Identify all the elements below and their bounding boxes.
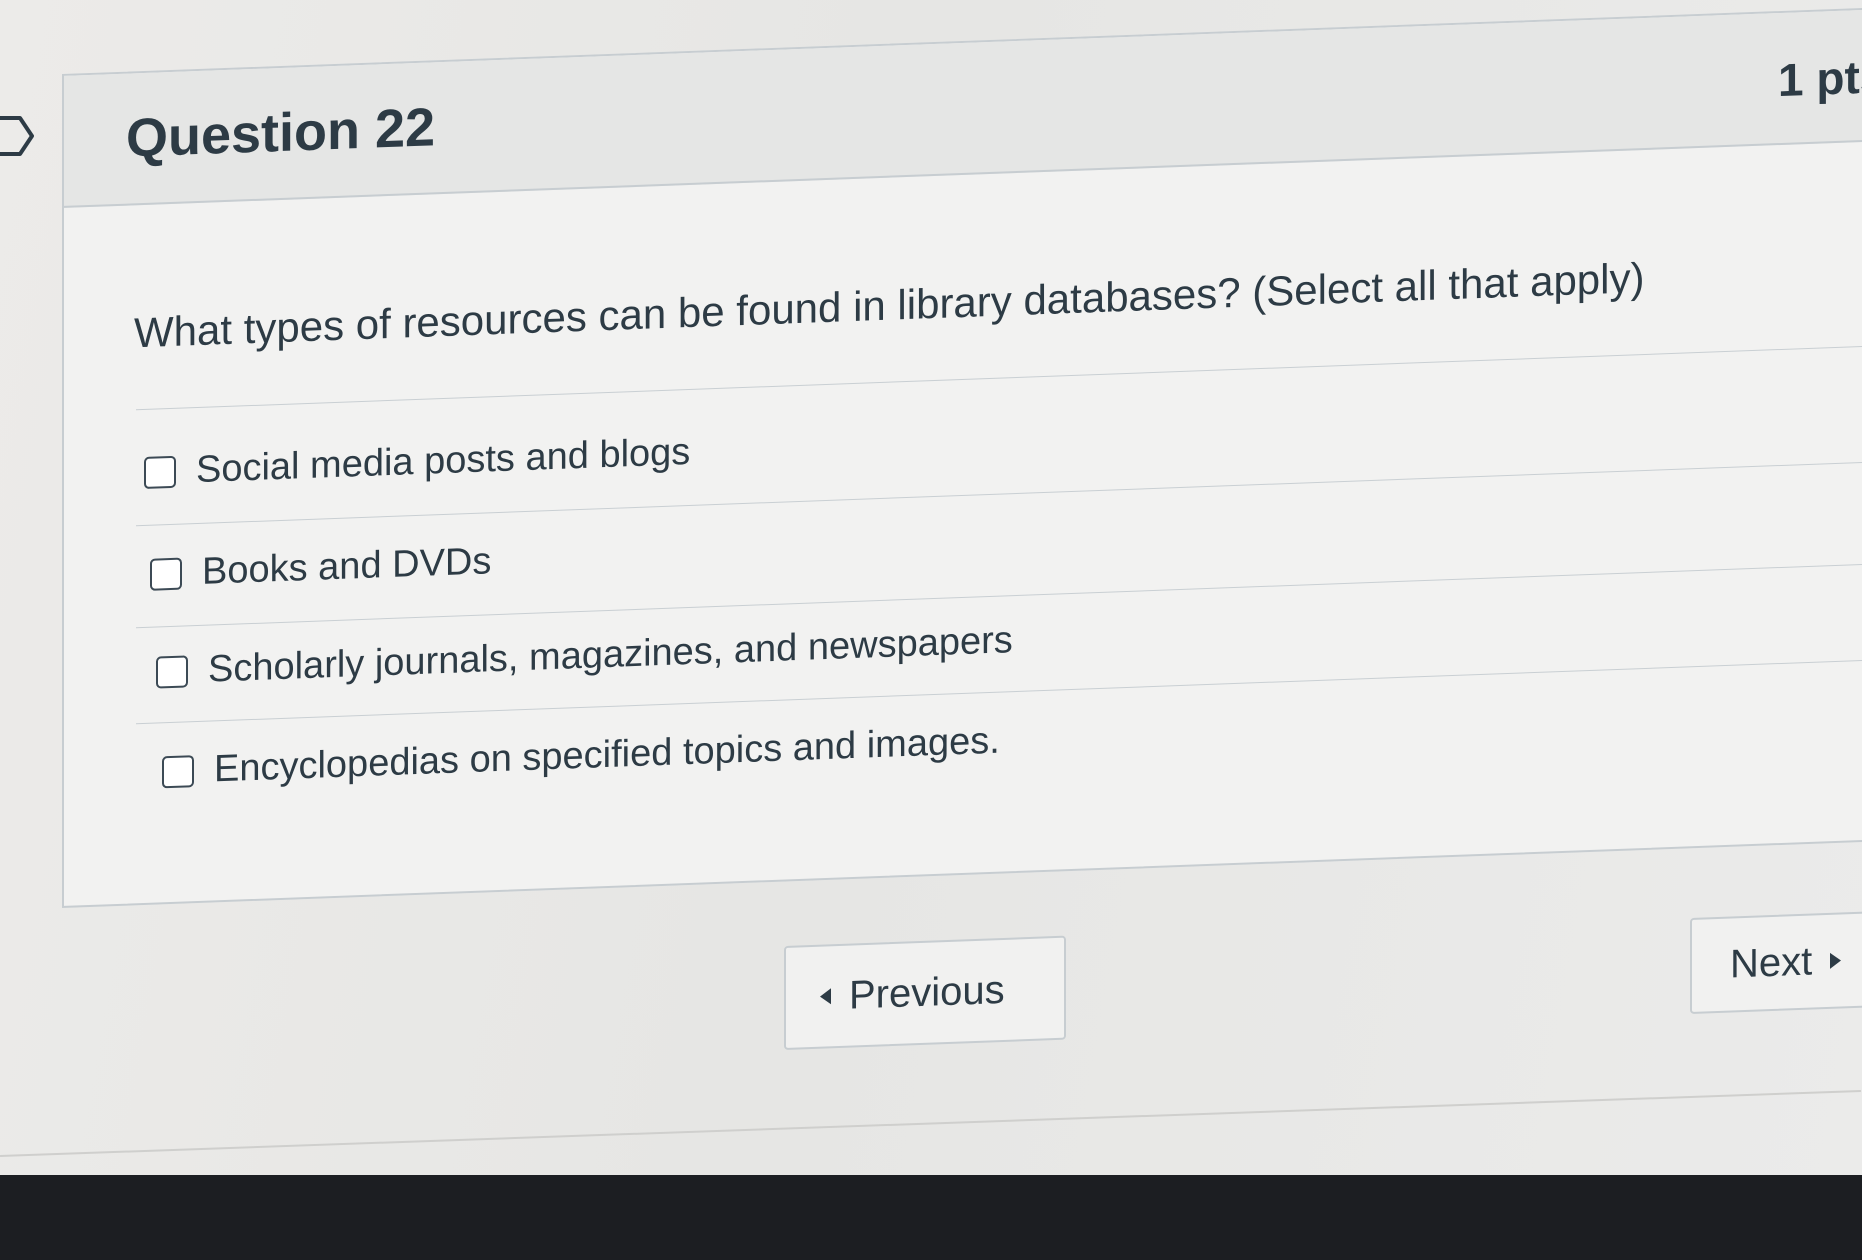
question-title: Question 22 [126,97,436,169]
answer-checkbox[interactable] [150,557,182,591]
flag-question-icon[interactable] [0,112,36,160]
previous-button[interactable]: Previous [784,935,1066,1050]
answers-divider [136,343,1862,411]
answer-checkbox[interactable] [162,754,194,788]
answer-label: Scholarly journals, magazines, and newsp… [208,619,1013,691]
next-label: Next [1730,939,1813,987]
caret-left-icon [820,988,831,1005]
answer-option[interactable]: Books and DVDs [150,540,491,596]
answer-checkbox[interactable] [144,455,176,489]
question-points: 1 pts [1778,50,1862,107]
answer-label: Books and DVDs [202,540,492,593]
question-text: What types of resources can be found in … [134,253,1645,357]
answer-option[interactable]: Encyclopedias on specified topics and im… [162,720,1000,794]
next-button[interactable]: Next [1690,909,1862,1014]
answer-option[interactable]: Social media posts and blogs [144,431,690,494]
caret-right-icon [1830,952,1842,969]
answer-checkbox[interactable] [156,654,188,689]
question-card: Question 22 1 pts What types of resource… [62,3,1862,908]
previous-label: Previous [849,967,1005,1018]
monitor-bezel [0,1175,1862,1260]
answer-label: Social media posts and blogs [196,430,691,492]
answer-label: Encyclopedias on specified topics and im… [214,719,1000,791]
answer-option[interactable]: Scholarly journals, magazines, and newsp… [156,619,1013,693]
